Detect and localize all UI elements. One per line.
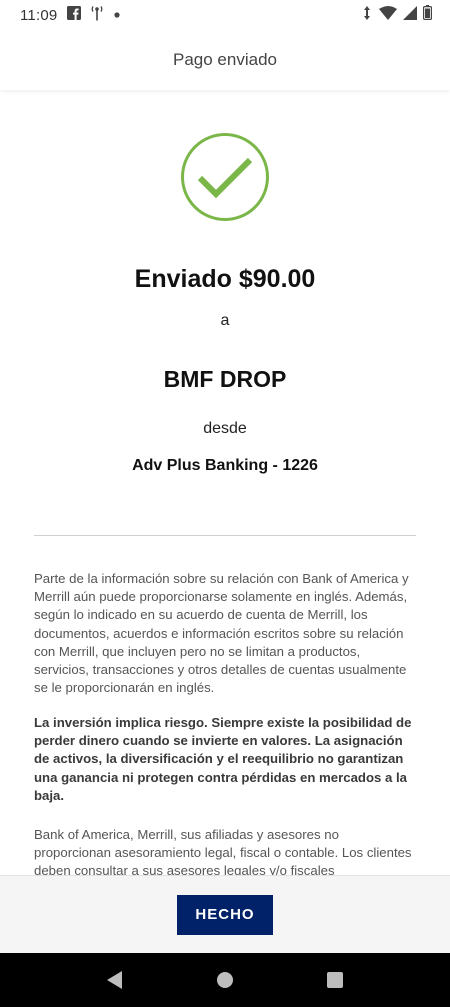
confirmation-content[interactable]: Enviado $90.00 a BMF DROP desde Adv Plus… (0, 90, 450, 875)
done-button[interactable]: HECHO (177, 894, 273, 935)
sent-amount: Enviado $90.00 (134, 265, 316, 293)
broadcast-icon (91, 5, 103, 26)
status-left-icons (67, 5, 121, 26)
from-word: desde (203, 420, 247, 437)
footer: HECHO (0, 875, 450, 953)
status-right-icons (361, 5, 433, 25)
to-word: a (220, 312, 230, 329)
page-title: Pago enviado (173, 50, 277, 69)
vibrate-icon (361, 5, 373, 25)
disclosure-legal-advice: Bank of America, Merrill, sus afiliadas … (34, 827, 412, 875)
battery-icon (423, 5, 433, 25)
disclosure-language: Parte de la información sobre su relació… (34, 571, 409, 696)
wifi-icon (379, 5, 397, 25)
source-account: Adv Plus Banking - 1226 (132, 457, 318, 474)
facebook-icon (67, 5, 82, 25)
divider (34, 535, 416, 536)
payee-name: BMF DROP (163, 366, 287, 392)
system-nav-bar (0, 953, 450, 1007)
signal-icon (403, 5, 417, 25)
app-header: Pago enviado (0, 30, 450, 90)
status-time: 11:09 (20, 6, 58, 24)
disclosure-investment-risk: La inversión implica riesgo. Siempre exi… (34, 715, 412, 803)
check-circle-icon (180, 132, 270, 222)
home-icon[interactable] (205, 960, 245, 1000)
dot-icon (113, 6, 121, 24)
recents-icon[interactable] (315, 960, 355, 1000)
back-icon[interactable] (95, 960, 135, 1000)
status-bar: 11:09 (0, 0, 450, 30)
